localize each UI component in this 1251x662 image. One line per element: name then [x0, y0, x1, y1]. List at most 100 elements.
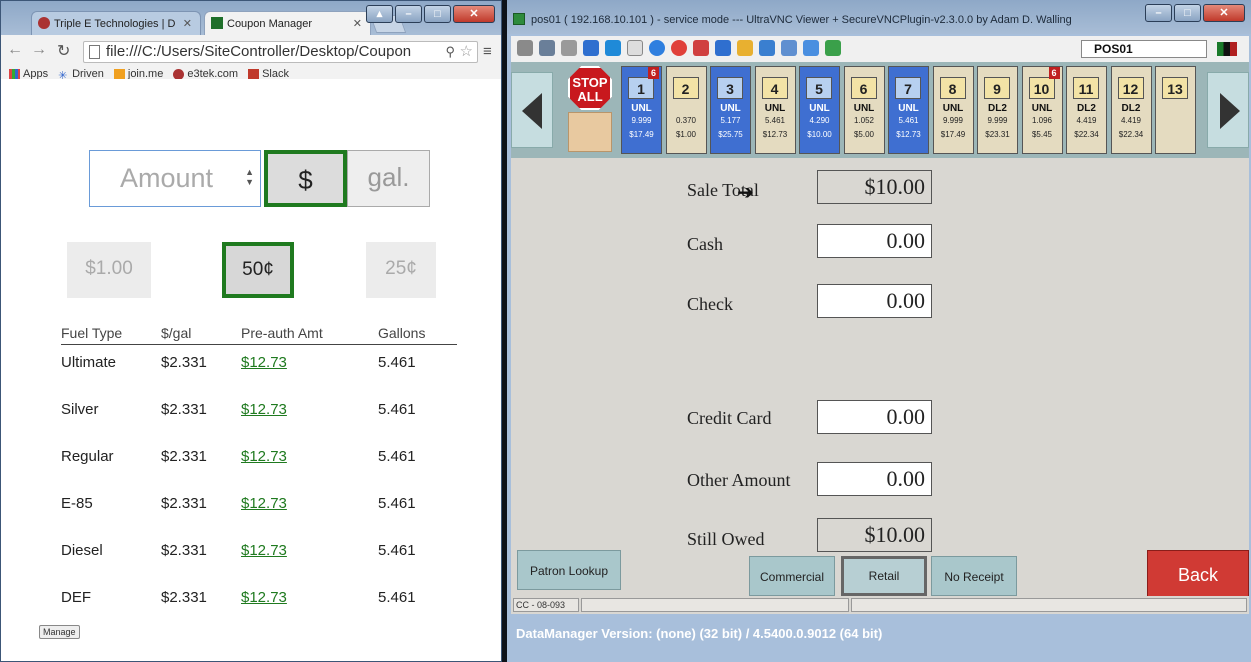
maximize-button[interactable]: □ [424, 5, 451, 23]
screen-icon[interactable] [715, 40, 731, 56]
amount-input[interactable]: Amount ▲ ▼ [89, 150, 261, 207]
patron-lookup-button[interactable]: Patron Lookup [517, 550, 621, 590]
fuel-table: Fuel Type $/gal Pre-auth Amt Gallons Ult… [61, 323, 457, 627]
pump-grade: DL2 [1077, 103, 1096, 114]
pump-11-button[interactable]: 11 DL2 4.419 $22.34 [1066, 66, 1107, 154]
address-bar[interactable]: file:///C:/Users/SiteController/Desktop/… [83, 41, 478, 63]
close-tab-icon[interactable]: ✕ [183, 12, 192, 35]
pump-10-button[interactable]: 10 6 UNL 1.096 $5.45 [1021, 66, 1063, 154]
dollar-unit-button[interactable]: $ [264, 150, 347, 207]
message-icon[interactable] [825, 40, 841, 56]
pump-grade: UNL [898, 103, 919, 114]
pump-grade: UNL [853, 103, 875, 114]
gallon-unit-button[interactable]: gal. [347, 150, 430, 207]
pump-number: 10 [1028, 77, 1055, 99]
minimize-button[interactable]: – [1145, 4, 1172, 22]
check-field[interactable]: 0.00 [817, 284, 932, 318]
retail-button[interactable]: Retail [841, 556, 927, 596]
transfer-icon[interactable] [693, 40, 709, 56]
menu-icon[interactable]: ≡ [483, 43, 492, 60]
pump-6-button[interactable]: 6 UNL 1.052 $5.00 [843, 66, 885, 154]
disconnect-icon[interactable] [671, 40, 687, 56]
refresh-icon[interactable] [583, 40, 599, 56]
pump-amount: $17.49 [940, 130, 966, 139]
minimize-button[interactable]: – [395, 5, 422, 23]
tab-coupon-manager[interactable]: Coupon Manager ✕ [204, 11, 371, 35]
pump-8-button[interactable]: 8 UNL 9.999 $17.49 [932, 66, 974, 154]
pump-5-button[interactable]: 5 UNL 4.290 $10.00 [799, 66, 840, 154]
tab-title: Coupon Manager [227, 18, 313, 30]
coupon-manager-page: Amount ▲ ▼ $ gal. $1.00 50¢ 25¢ Fuel Type… [1, 79, 501, 661]
zoom-icon[interactable]: ⚲ [445, 42, 455, 62]
vnc-titlebar: pos01 ( 192.168.10.101 ) - service mode … [507, 0, 1251, 34]
chat-icon[interactable] [759, 40, 775, 56]
status-cell [581, 598, 849, 612]
pump-number: 6 [850, 77, 877, 99]
other-amount-field[interactable]: 0.00 [817, 462, 932, 496]
one-dollar-button[interactable]: $1.00 [67, 242, 151, 298]
pump-amount: $5.00 [853, 130, 875, 139]
scroll-right-button[interactable] [1207, 72, 1249, 148]
fifty-cent-button[interactable]: 50¢ [222, 242, 294, 298]
preauth-link[interactable]: $12.73 [241, 542, 287, 559]
bookmark-star-icon[interactable]: ☆ [460, 42, 473, 62]
pump-alert-badge: 6 [648, 67, 659, 79]
no-receipt-button[interactable]: No Receipt [931, 556, 1017, 596]
maximize-button[interactable]: □ [1174, 4, 1201, 22]
quarter-button[interactable]: 25¢ [366, 242, 436, 298]
select-icon[interactable] [781, 40, 797, 56]
options-icon[interactable] [517, 40, 533, 56]
pump-amount: $23.31 [985, 130, 1010, 139]
pos-selector[interactable]: POS01 [1081, 40, 1207, 58]
close-tab-icon[interactable]: ✕ [353, 12, 362, 35]
back-button[interactable]: Back [1147, 550, 1249, 600]
pump-1-button[interactable]: 1 6 UNL 9.999 $17.49 [621, 66, 662, 154]
preauth-link[interactable]: $12.73 [241, 401, 287, 418]
pump-13-button[interactable]: 13 [1155, 66, 1196, 154]
preauth-link[interactable]: $12.73 [241, 589, 287, 606]
scroll-left-button[interactable] [511, 72, 553, 148]
profile-icon[interactable]: ▴ [366, 5, 393, 23]
joinme-icon [113, 68, 125, 80]
preauth-link[interactable]: $12.73 [241, 495, 287, 512]
settings-gear-icon[interactable] [561, 40, 577, 56]
still-owed-field: $10.00 [817, 518, 932, 552]
ctrl-esc-icon[interactable] [627, 40, 643, 56]
reload-icon[interactable]: ↻ [57, 41, 70, 61]
pump-2-button[interactable]: 2 0.370 $1.00 [665, 66, 707, 154]
forward-arrow-icon[interactable]: → [31, 41, 47, 59]
pump-12-button[interactable]: 12 DL2 4.419 $22.34 [1110, 66, 1152, 154]
pump-3-button[interactable]: 3 UNL 5.177 $25.75 [710, 66, 751, 154]
pump-9-button[interactable]: 9 DL2 9.999 $23.31 [977, 66, 1018, 154]
fuel-type: E-85 [61, 495, 93, 512]
info-icon[interactable] [649, 40, 665, 56]
pump-number: 3 [717, 77, 743, 99]
sale-total-field: $10.00 [817, 170, 932, 204]
table-row: DEF $2.331 $12.73 5.461 [61, 580, 457, 627]
tab-triple-e[interactable]: Triple E Technologies | D ✕ [31, 11, 201, 35]
pump-gallons: 4.290 [809, 116, 830, 125]
fullscreen-icon[interactable] [539, 40, 555, 56]
network-icon[interactable] [803, 40, 819, 56]
fuel-price: $2.331 [161, 448, 207, 465]
credit-card-field[interactable]: 0.00 [817, 400, 932, 434]
close-window-button[interactable]: ✕ [453, 5, 495, 23]
folder-icon[interactable] [737, 40, 753, 56]
windows-key-icon[interactable] [605, 40, 621, 56]
fuel-table-header: Fuel Type $/gal Pre-auth Amt Gallons [61, 323, 457, 345]
still-owed-label: Still Owed [687, 529, 765, 549]
commercial-button[interactable]: Commercial [749, 556, 835, 596]
pump-number: 8 [939, 77, 966, 99]
pump-gallons: 1.096 [1031, 116, 1053, 125]
cash-field[interactable]: 0.00 [817, 224, 932, 258]
preauth-link[interactable]: $12.73 [241, 448, 287, 465]
preauth-link[interactable]: $12.73 [241, 354, 287, 371]
pump-4-button[interactable]: 4 UNL 5.461 $12.73 [754, 66, 796, 154]
spinner-arrows-icon[interactable]: ▲ ▼ [245, 167, 254, 187]
close-window-button[interactable]: ✕ [1203, 4, 1245, 22]
pump-gallons: 9.999 [987, 116, 1008, 125]
pump-7-button[interactable]: 7 UNL 5.461 $12.73 [888, 66, 929, 154]
stop-all-button[interactable]: STOP ALL [568, 66, 612, 110]
back-arrow-icon[interactable]: ← [7, 41, 23, 59]
manage-button[interactable]: Manage [39, 625, 80, 639]
